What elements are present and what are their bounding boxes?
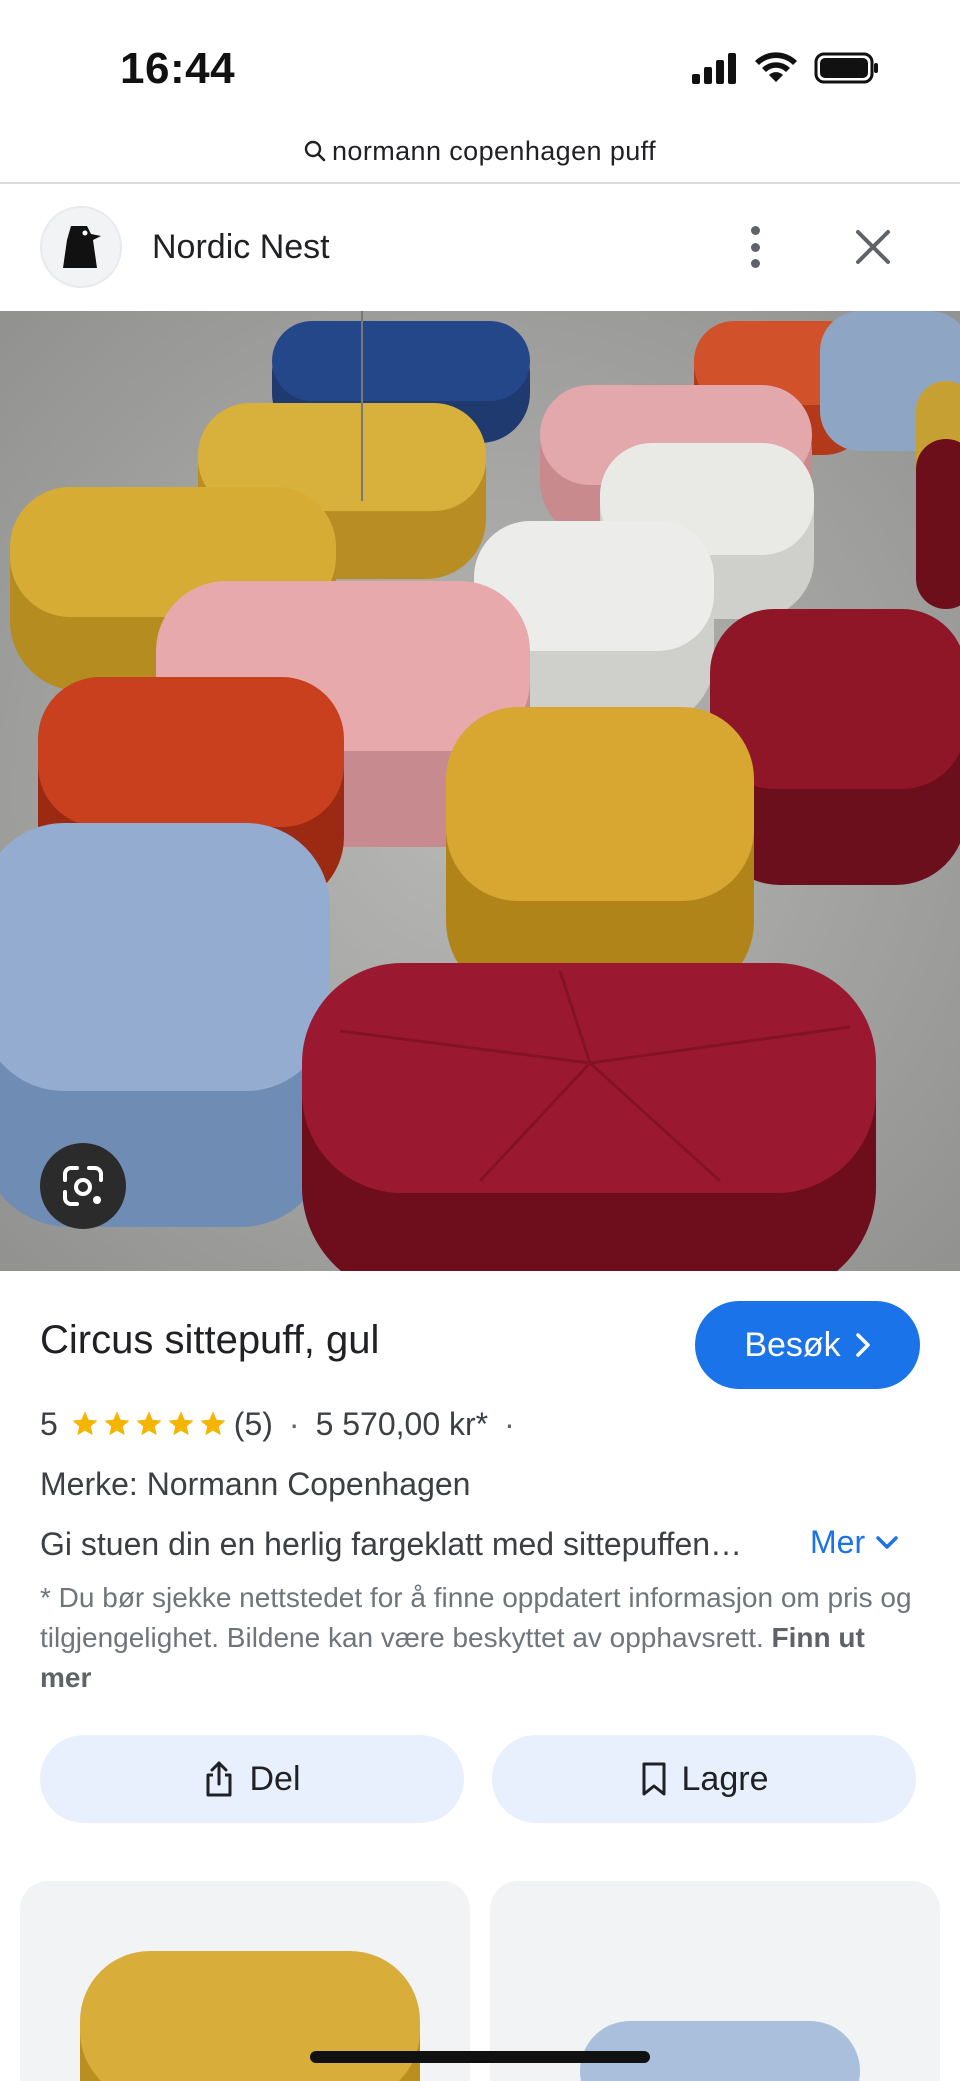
status-bar: 16:44 [0,0,960,120]
source-name[interactable]: Nordic Nest [152,228,330,267]
source-header: Nordic Nest [0,186,960,310]
save-button[interactable]: Lagre [492,1735,916,1823]
search-query-text: normann copenhagen puff [332,135,656,166]
star-rating [70,1409,228,1439]
product-photo [0,311,960,1271]
share-label: Del [249,1759,301,1798]
source-logo[interactable] [40,206,122,288]
search-icon [304,140,326,162]
more-button[interactable]: Mer [810,1524,899,1561]
search-query-bar[interactable]: normann copenhagen puff [0,120,960,184]
visit-button-label: Besøk [744,1325,841,1364]
share-icon [206,1761,232,1797]
status-time: 16:44 [120,44,236,93]
home-indicator[interactable] [310,2051,650,2063]
separator: · [288,1405,300,1442]
product-title: Circus sittepuff, gul [40,1318,380,1362]
more-label: Mer [810,1524,866,1560]
review-count: (5) [233,1405,273,1442]
wifi-icon [755,52,797,82]
visit-button[interactable]: Besøk [695,1301,920,1389]
status-icons [690,52,880,84]
save-label: Lagre [681,1759,769,1798]
chevron-down-icon [876,1535,898,1549]
star-icon [200,1411,226,1436]
rating-row: 5 (5) · 5 570,00 kr* · [40,1402,531,1446]
share-button[interactable]: Del [40,1735,464,1823]
bookmark-icon [642,1762,666,1796]
separator: · [504,1405,515,1442]
product-description: Gi stuen din en herlig fargeklatt med si… [40,1526,743,1562]
product-image[interactable] [0,311,960,1271]
product-brand: Merke: Normann Copenhagen [40,1466,471,1502]
product-price: 5 570,00 kr* [315,1405,489,1442]
chevron-right-icon [855,1333,870,1357]
google-lens-icon[interactable] [40,1143,126,1229]
rating-value: 5 [40,1405,58,1442]
more-vertical-icon[interactable] [738,222,772,272]
star-icon [136,1411,162,1436]
price-disclaimer: * Du bør sjekke nettstedet for å finne o… [40,1578,920,1698]
star-icon [72,1411,98,1436]
star-icon [168,1411,194,1436]
close-icon[interactable] [848,222,898,272]
battery-icon [814,52,878,84]
star-icon [104,1411,130,1436]
cellular-signal-icon [692,53,736,84]
nordic-nest-logo-icon [63,226,101,268]
